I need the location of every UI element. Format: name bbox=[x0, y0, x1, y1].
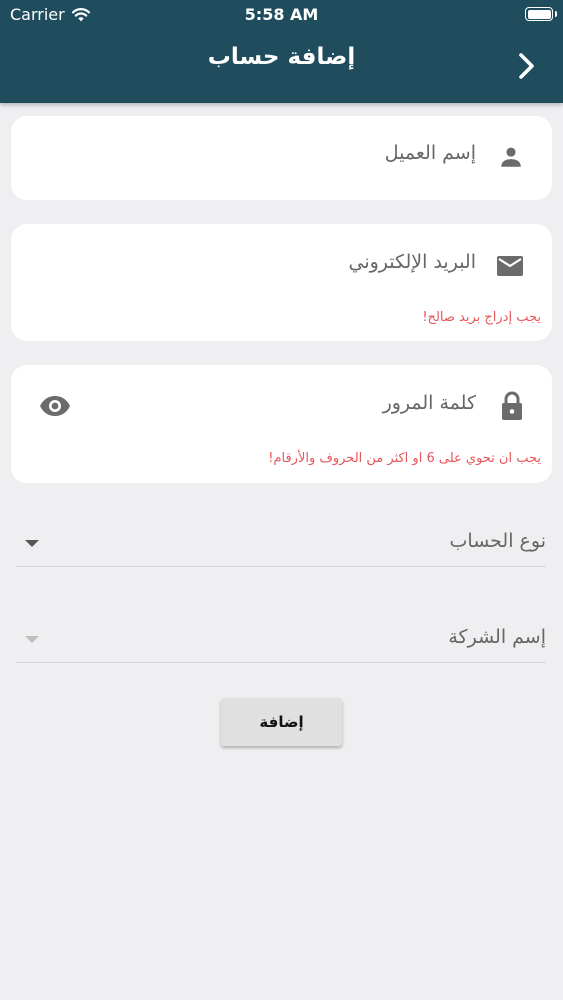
password-input[interactable] bbox=[111, 392, 476, 414]
mail-icon bbox=[497, 256, 523, 276]
account-type-label: نوع الحساب bbox=[449, 530, 546, 552]
add-button-label: إضافة bbox=[259, 713, 304, 731]
app-bar: Carrier 5:58 AM إضافة حساب bbox=[0, 0, 563, 103]
company-name-dropdown[interactable]: إسم الشركة bbox=[16, 614, 546, 663]
person-icon bbox=[501, 147, 521, 167]
add-button[interactable]: إضافة bbox=[221, 698, 342, 746]
dropdown-arrow-icon bbox=[25, 540, 39, 547]
status-bar: Carrier 5:58 AM bbox=[0, 0, 563, 30]
email-card: يجب إدراج بريد صالح! bbox=[11, 224, 552, 341]
eye-icon bbox=[40, 396, 70, 416]
status-time: 5:58 AM bbox=[244, 5, 319, 24]
company-name-label: إسم الشركة bbox=[448, 626, 546, 648]
password-error-message: يجب ان تحوي على 6 او اكثر من الحروف والأ… bbox=[268, 451, 541, 466]
dropdown-arrow-icon bbox=[25, 636, 39, 643]
email-error-message: يجب إدراج بريد صالح! bbox=[422, 310, 541, 325]
chevron-right-icon bbox=[519, 53, 534, 79]
email-input[interactable] bbox=[111, 251, 476, 273]
customer-name-input[interactable] bbox=[111, 142, 476, 164]
back-button[interactable] bbox=[513, 50, 541, 82]
page-title: إضافة حساب bbox=[207, 44, 356, 70]
account-type-dropdown[interactable]: نوع الحساب bbox=[16, 518, 546, 567]
toggle-password-visibility-button[interactable] bbox=[39, 395, 71, 421]
customer-name-card bbox=[11, 116, 552, 200]
password-card: يجب ان تحوي على 6 او اكثر من الحروف والأ… bbox=[11, 365, 552, 483]
lock-icon bbox=[502, 391, 522, 420]
battery-icon bbox=[525, 7, 557, 21]
